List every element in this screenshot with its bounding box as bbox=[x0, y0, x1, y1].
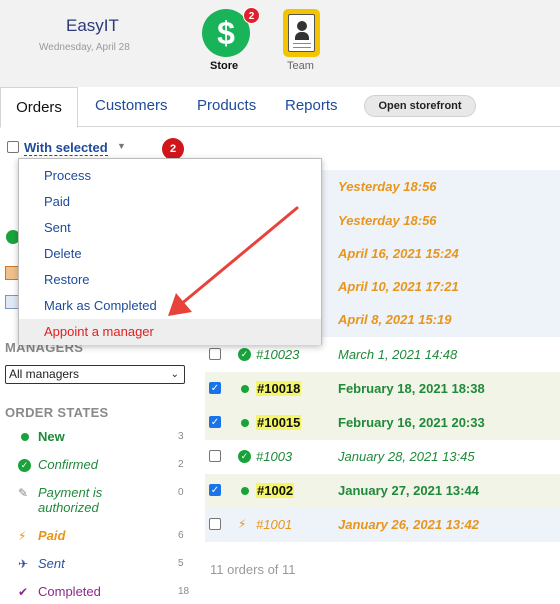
order-date: April 10, 2021 17:21 bbox=[338, 279, 459, 294]
menu-item-restore[interactable]: Restore bbox=[19, 267, 321, 293]
with-selected-menu: Process Paid Sent Delete Restore Mark as… bbox=[18, 158, 322, 345]
import-icon[interactable] bbox=[5, 266, 19, 280]
order-date: Yesterday 18:56 bbox=[338, 179, 437, 194]
check-circle-icon: ✓ bbox=[238, 450, 251, 463]
state-completed[interactable]: ✔ Completed 18 bbox=[0, 584, 195, 604]
tab-reports[interactable]: Reports bbox=[285, 97, 338, 114]
state-label: Payment is authorized bbox=[38, 485, 103, 515]
order-number[interactable]: #1003 bbox=[256, 449, 292, 464]
menu-item-delete[interactable]: Delete bbox=[19, 241, 321, 267]
state-confirmed[interactable]: ✓ Confirmed 2 bbox=[0, 457, 195, 477]
state-label: Confirmed bbox=[38, 457, 98, 472]
order-checkbox[interactable] bbox=[209, 348, 221, 360]
order-checkbox[interactable] bbox=[209, 450, 221, 462]
order-row[interactable]: ✓ #1002 January 27, 2021 13:44 bbox=[205, 474, 560, 508]
state-paid[interactable]: ⚡ Paid 6 bbox=[0, 528, 195, 548]
managers-select-value: All managers bbox=[9, 367, 80, 381]
app-header: EasyIT Wednesday, April 28 $ 2 Store Tea… bbox=[0, 0, 560, 87]
order-date: February 18, 2021 18:38 bbox=[338, 381, 485, 396]
state-payment-authorized[interactable]: ✎ Payment is authorized 0 bbox=[0, 485, 195, 517]
state-label: Completed bbox=[38, 584, 101, 599]
order-number[interactable]: #1001 bbox=[256, 517, 292, 532]
menu-item-process[interactable]: Process bbox=[19, 163, 321, 189]
lightning-icon: ⚡ bbox=[238, 517, 247, 531]
paper-plane-icon: ✈ bbox=[18, 557, 29, 571]
state-count: 6 bbox=[178, 530, 184, 541]
menu-item-paid[interactable]: Paid bbox=[19, 189, 321, 215]
id-badge-icon[interactable] bbox=[283, 9, 320, 57]
app-date: Wednesday, April 28 bbox=[39, 42, 130, 53]
order-row[interactable]: ✓ #10018 February 18, 2021 18:38 bbox=[205, 372, 560, 406]
dot-icon bbox=[241, 419, 249, 427]
selected-count-badge: 2 bbox=[162, 138, 184, 160]
check-circle-icon: ✓ bbox=[18, 459, 31, 472]
tab-products[interactable]: Products bbox=[197, 97, 256, 114]
order-number[interactable]: #10018 bbox=[256, 381, 302, 396]
order-date: January 27, 2021 13:44 bbox=[338, 483, 479, 498]
state-new[interactable]: New 3 bbox=[0, 429, 195, 449]
app-title[interactable]: EasyIT bbox=[66, 16, 119, 36]
check-circle-icon: ✓ bbox=[238, 348, 251, 361]
state-sent[interactable]: ✈ Sent 5 bbox=[0, 556, 195, 576]
order-number[interactable]: #10015 bbox=[256, 415, 302, 430]
managers-select[interactable]: All managers ⌄ bbox=[5, 365, 185, 384]
main-tabs: Orders Customers Products Reports Open s… bbox=[0, 87, 560, 128]
order-states-heading: ORDER STATES bbox=[5, 405, 109, 420]
order-number[interactable]: #10023 bbox=[256, 347, 299, 362]
order-date: Yesterday 18:56 bbox=[338, 213, 437, 228]
order-checkbox[interactable] bbox=[209, 518, 221, 530]
state-count: 5 bbox=[178, 558, 184, 569]
store-app-label[interactable]: Store bbox=[210, 60, 238, 72]
orders-count: 11 orders of 11 bbox=[210, 562, 296, 577]
state-label: Paid bbox=[38, 528, 66, 543]
menu-item-sent[interactable]: Sent bbox=[19, 215, 321, 241]
order-checkbox[interactable]: ✓ bbox=[209, 484, 221, 496]
state-label: New bbox=[38, 429, 65, 444]
order-row[interactable]: ✓ #1003 January 28, 2021 13:45 bbox=[205, 440, 560, 474]
dot-icon bbox=[241, 487, 249, 495]
document-icon[interactable] bbox=[5, 295, 19, 309]
order-checkbox[interactable]: ✓ bbox=[209, 416, 221, 428]
order-date: January 26, 2021 13:42 bbox=[338, 517, 479, 532]
pen-icon: ✎ bbox=[18, 486, 29, 500]
lightning-icon: ⚡ bbox=[18, 529, 27, 543]
state-label: Sent bbox=[38, 556, 65, 571]
dot-icon bbox=[241, 385, 249, 393]
order-number[interactable]: #1002 bbox=[256, 483, 295, 498]
menu-item-mark-completed[interactable]: Mark as Completed bbox=[19, 293, 321, 319]
open-storefront-button[interactable]: Open storefront bbox=[364, 95, 476, 117]
order-date: March 1, 2021 14:48 bbox=[338, 347, 458, 362]
store-notification-badge: 2 bbox=[243, 7, 260, 24]
order-checkbox[interactable]: ✓ bbox=[209, 382, 221, 394]
order-date: April 8, 2021 15:19 bbox=[338, 312, 452, 327]
state-count: 0 bbox=[178, 487, 184, 498]
order-row[interactable]: ⚡ #1001 January 26, 2021 13:42 bbox=[205, 508, 560, 542]
order-date: April 16, 2021 15:24 bbox=[338, 246, 459, 261]
tab-customers[interactable]: Customers bbox=[95, 97, 168, 114]
dot-icon bbox=[21, 433, 29, 441]
state-count: 2 bbox=[178, 459, 184, 470]
select-all-checkbox[interactable] bbox=[7, 141, 19, 153]
team-app-label[interactable]: Team bbox=[287, 60, 314, 72]
chevron-down-icon[interactable]: ▼ bbox=[117, 141, 126, 151]
chevron-down-icon: ⌄ bbox=[170, 369, 179, 380]
state-count: 18 bbox=[178, 586, 190, 597]
order-row[interactable]: ✓ #10015 February 16, 2021 20:33 bbox=[205, 406, 560, 440]
with-selected-dropdown[interactable]: With selected bbox=[24, 140, 108, 156]
order-date: January 28, 2021 13:45 bbox=[338, 449, 475, 464]
order-date: February 16, 2021 20:33 bbox=[338, 415, 485, 430]
menu-item-appoint-manager[interactable]: Appoint a manager bbox=[19, 319, 321, 345]
check-mark-icon: ✔ bbox=[18, 585, 29, 599]
state-count: 3 bbox=[178, 431, 184, 442]
tab-orders[interactable]: Orders bbox=[0, 87, 78, 128]
